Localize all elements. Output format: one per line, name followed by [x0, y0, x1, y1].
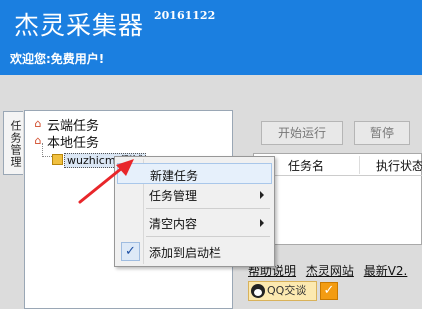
menu-item-clear-content[interactable]: 清空内容 — [117, 212, 272, 233]
tab-task-management-label: 任务管理 — [9, 120, 22, 168]
checkmark-icon: ✓ — [121, 242, 140, 261]
latest-version-link[interactable]: 最新V2. — [364, 264, 408, 278]
grid-header: 任务名 执行状态 — [254, 154, 422, 176]
qq-penguin-icon — [251, 284, 265, 298]
submenu-arrow-icon — [260, 219, 264, 227]
tree-item-label: 本地任务 — [47, 135, 100, 151]
column-header-task-name[interactable]: 任务名 — [288, 157, 324, 174]
annotation-arrow — [78, 159, 134, 204]
check-icon[interactable]: ✓ — [320, 282, 338, 300]
column-divider — [359, 156, 360, 174]
cloud-task-icon: ⌂ — [34, 117, 42, 130]
menu-item-task-management[interactable]: 任务管理 — [117, 184, 272, 205]
app-title: 杰灵采集器 — [14, 11, 145, 40]
qq-chat-label: QQ交谈 — [267, 284, 307, 297]
menu-item-label: 新建任务 — [150, 169, 199, 183]
menu-item-label: 添加到启动栏 — [149, 246, 222, 260]
menu-item-label: 任务管理 — [149, 189, 198, 203]
column-header-status[interactable]: 执行状态 — [376, 157, 422, 174]
task-file-icon — [52, 154, 63, 165]
tree-item-cloud-tasks[interactable]: ⌂ 云端任务 — [32, 115, 100, 134]
submenu-arrow-icon — [260, 191, 264, 199]
app-header: 杰灵采集器 20161122 欢迎您:免费用户! — [0, 0, 422, 75]
website-link[interactable]: 杰灵网站 — [306, 264, 354, 278]
welcome-text: 欢迎您:免费用户! — [10, 52, 105, 66]
app-version: 20161122 — [154, 9, 216, 22]
menu-item-label: 清空内容 — [149, 217, 198, 231]
menu-separator — [146, 208, 270, 209]
tree-connector — [42, 143, 52, 157]
pause-button[interactable]: 暂停 — [354, 121, 410, 145]
start-run-button[interactable]: 开始运行 — [261, 121, 343, 145]
menu-item-add-to-startup[interactable]: ✓ 添加到启动栏 — [117, 241, 272, 262]
menu-separator — [146, 236, 270, 237]
context-menu: 新建任务 任务管理 清空内容 ✓ 添加到启动栏 — [114, 156, 275, 267]
menu-item-new-task[interactable]: 新建任务 — [117, 163, 272, 184]
tab-task-management[interactable]: 任务管理 — [3, 111, 23, 175]
qq-chat-button[interactable]: QQ交谈 — [248, 281, 317, 301]
task-grid[interactable]: 任务名 执行状态 — [253, 153, 422, 245]
